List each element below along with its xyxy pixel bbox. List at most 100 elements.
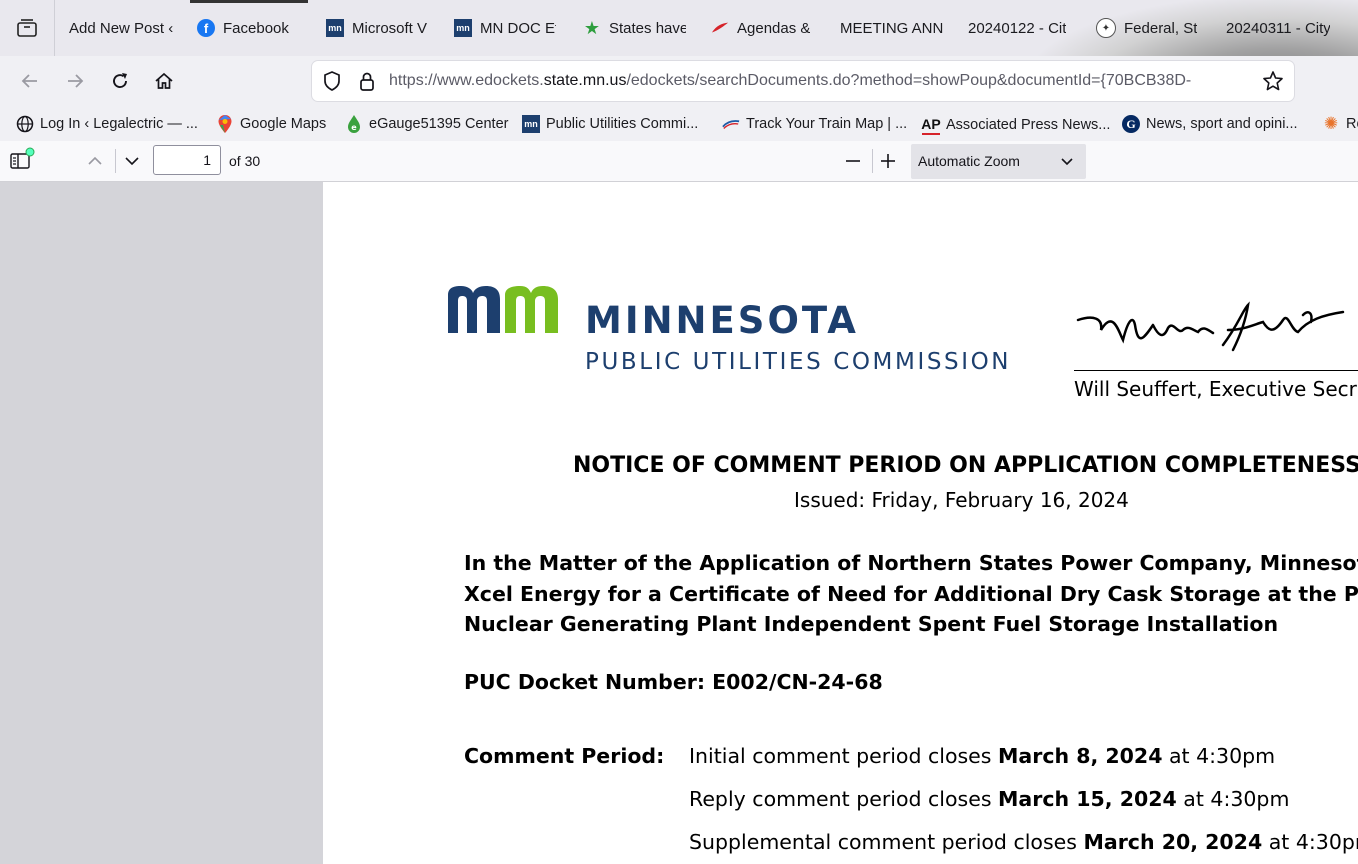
guardian-icon: G — [1122, 115, 1140, 133]
page-number-input[interactable]: 1 — [153, 145, 221, 175]
comment-period-reply: Reply comment period closes March 15, 20… — [689, 787, 1289, 811]
green-star-icon: ★ — [583, 17, 601, 38]
zoom-select-value: Automatic Zoom — [918, 153, 1020, 169]
previous-page-button[interactable] — [85, 151, 105, 176]
zoom-select[interactable]: Automatic Zoom — [911, 144, 1086, 179]
tab-label: Microsoft V — [352, 19, 428, 37]
mn-logo-icon: mn — [454, 19, 472, 37]
document-title: NOTICE OF COMMENT PERIOD ON APPLICATION … — [573, 453, 1358, 478]
tab-mn-doc[interactable]: mn MN DOC Ef — [454, 14, 556, 42]
home-icon — [155, 72, 173, 89]
bookmark-label: News, sport and opini... — [1146, 116, 1298, 132]
tab-label: Agendas & — [737, 19, 811, 37]
bookmark-puc[interactable]: mn Public Utilities Commi... — [522, 115, 698, 133]
tab-label: States have — [609, 19, 686, 37]
matter-line: Nuclear Generating Plant Independent Spe… — [464, 612, 1279, 636]
tab-label: 20240311 - City — [1226, 19, 1330, 37]
signature-image — [1073, 300, 1358, 374]
page-count: of 30 — [229, 153, 261, 169]
tab-label: Federal, St — [1124, 19, 1198, 37]
tracking-protection-shield-icon[interactable] — [322, 70, 342, 97]
home-button[interactable] — [150, 67, 178, 95]
pdf-page: MINNESOTA PUBLIC UTILITIES COMMISSION Wi… — [323, 182, 1358, 864]
tab-label: Facebook — [223, 19, 289, 37]
bookmark-label: Public Utilities Commi... — [546, 116, 699, 132]
ap-icon: AP — [921, 115, 941, 135]
bookmark-re[interactable]: ✺ Re — [1322, 114, 1358, 133]
comment-period-text: Initial comment period closes — [689, 744, 998, 768]
bookmark-label: eGauge51395 Center — [369, 116, 509, 132]
url-path: /edockets/searchDocuments.do?method=show… — [626, 72, 1192, 89]
bookmark-google-maps[interactable]: Google Maps — [216, 115, 326, 133]
comment-period-text: Supplemental comment period closes — [689, 830, 1084, 854]
bookmark-guardian[interactable]: G News, sport and opini... — [1122, 115, 1298, 133]
bookmark-label: Google Maps — [240, 116, 327, 132]
bookmark-legalectric[interactable]: Log In ‹ Legalectric — ... — [16, 115, 198, 133]
mn-logo-icon: mn — [522, 115, 540, 133]
back-button[interactable] — [16, 67, 44, 95]
plus-icon — [881, 154, 895, 168]
tab-20240311-city[interactable]: 20240311 - City — [1226, 14, 1330, 42]
comment-period-initial: Initial comment period closes March 8, 2… — [689, 744, 1275, 768]
lock-icon[interactable] — [358, 70, 376, 97]
tab-facebook[interactable]: f Facebook — [197, 14, 307, 42]
url-text[interactable]: https://www.edockets.state.mn.us/edocket… — [389, 72, 1249, 90]
list-all-tabs-button[interactable] — [0, 0, 55, 56]
amtrak-icon — [722, 115, 740, 133]
toggle-sidebar-button[interactable] — [8, 147, 36, 178]
tab-20240122-city[interactable]: 20240122 - Cit — [968, 14, 1072, 42]
tab-list-icon — [17, 19, 37, 37]
active-tab-indicator — [190, 0, 308, 3]
bookmark-star-icon[interactable] — [1262, 70, 1284, 97]
bookmarks-toolbar: Log In ‹ Legalectric — ... Google Maps e… — [0, 106, 1358, 142]
tab-label: MEETING ANNO — [840, 19, 944, 37]
tab-microsoft[interactable]: mn Microsoft V — [326, 14, 430, 42]
tab-label: Add New Post ‹ — [69, 19, 173, 37]
bookmark-egauge[interactable]: e eGauge51395 Center — [345, 115, 508, 133]
signature-name: Will Seuffert, Executive Secr — [1074, 377, 1357, 401]
matter-line: In the Matter of the Application of Nort… — [464, 551, 1358, 575]
tab-agendas[interactable]: Agendas & — [711, 14, 812, 42]
facebook-icon: f — [197, 19, 215, 37]
comment-period-supplemental: Supplemental comment period closes March… — [689, 830, 1358, 854]
zoom-in-button[interactable] — [878, 151, 898, 176]
signature-line — [1074, 370, 1358, 371]
comment-period-label: Comment Period: — [464, 744, 665, 768]
reload-icon — [113, 73, 127, 88]
logo-wordmark: MINNESOTA — [585, 299, 859, 342]
bookmark-label: Track Your Train Map | ... — [746, 116, 908, 132]
toolbar-divider — [872, 149, 873, 173]
svg-text:e: e — [351, 123, 357, 132]
globe-icon — [16, 115, 34, 133]
bookmark-label: Associated Press News... — [946, 117, 1111, 133]
docket-number: PUC Docket Number: E002/CN-24-68 — [464, 670, 883, 694]
seal-icon: ✦ — [1096, 18, 1116, 38]
url-prefix: https://www.edockets. — [389, 72, 544, 89]
tab-label: MN DOC Ef — [480, 19, 556, 37]
zoom-out-button[interactable] — [843, 151, 863, 176]
next-page-button[interactable] — [122, 151, 142, 176]
forward-button[interactable] — [61, 67, 89, 95]
sun-icon: ✺ — [1323, 114, 1339, 133]
tab-federal-state[interactable]: ✦ Federal, St — [1096, 14, 1200, 42]
bookmark-label: Re — [1346, 116, 1358, 132]
tab-add-new-post[interactable]: Add New Post ‹ — [69, 14, 173, 42]
tab-states-have[interactable]: ★ States have — [583, 14, 686, 42]
map-pin-icon — [216, 115, 234, 133]
sidebar-toggle-icon — [10, 147, 35, 169]
logo-subtitle: PUBLIC UTILITIES COMMISSION — [585, 349, 1012, 375]
issued-date: Issued: Friday, February 16, 2024 — [794, 488, 1129, 512]
tab-strip: Add New Post ‹ f Facebook mn Microsoft V… — [0, 0, 1358, 56]
comment-period-time: at 4:30pm — [1268, 830, 1358, 854]
comment-period-date: March 15, 2024 — [998, 787, 1177, 811]
egauge-icon: e — [345, 115, 363, 133]
forward-arrow-icon — [68, 74, 84, 88]
reload-button[interactable] — [106, 67, 134, 95]
bookmark-ap-news[interactable]: AP Associated Press News... — [921, 115, 1111, 135]
tab-meeting-announcement[interactable]: MEETING ANNO — [840, 14, 944, 42]
comment-period-date: March 8, 2024 — [997, 744, 1163, 768]
red-wing-icon — [711, 19, 729, 37]
mn-logo-mark — [447, 285, 559, 339]
comment-period-text: Reply comment period closes — [689, 787, 999, 811]
bookmark-amtrak[interactable]: Track Your Train Map | ... — [722, 115, 907, 133]
